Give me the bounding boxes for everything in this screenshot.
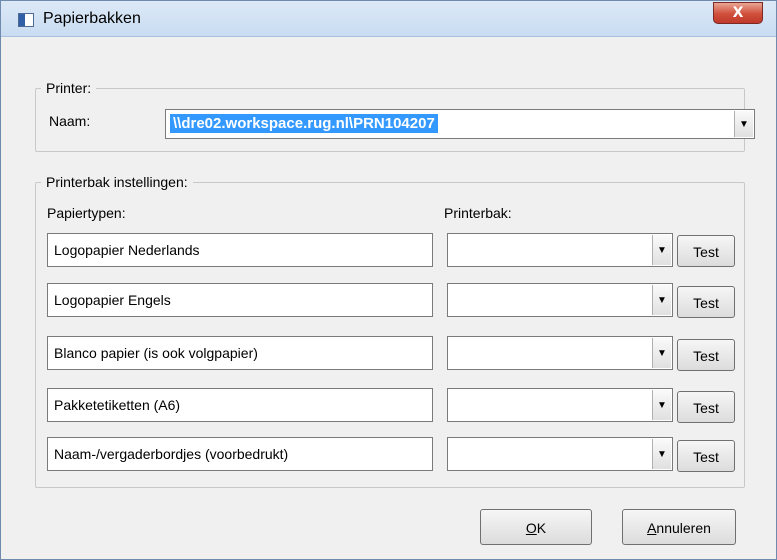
tray-select[interactable]: ▼	[447, 388, 673, 422]
printer-name-label: Naam:	[49, 113, 91, 129]
paper-types-header: Papiertypen:	[47, 205, 126, 221]
title-bar[interactable]: Papierbakken X	[1, 1, 776, 37]
ok-label-rest: K	[536, 520, 547, 536]
tray-select[interactable]: ▼	[447, 437, 673, 471]
test-button[interactable]: Test	[677, 286, 735, 318]
cancel-label-rest: nnuleren	[656, 520, 711, 536]
test-button[interactable]: Test	[677, 339, 735, 371]
printer-group-legend: Printer:	[41, 80, 97, 96]
paper-type-field[interactable]: Blanco papier (is ook volgpapier)	[47, 336, 433, 370]
printer-select[interactable]: \\dre02.workspace.rug.nl\PRN104207 ▼	[165, 109, 755, 139]
tray-select[interactable]: ▼	[447, 336, 673, 370]
ok-mnemonic: O	[525, 520, 537, 536]
tray-settings-legend: Printerbak instellingen:	[41, 174, 193, 190]
paper-type-field[interactable]: Pakketetiketten (A6)	[47, 388, 433, 422]
tray-select[interactable]: ▼	[447, 283, 673, 317]
test-button-label: Test	[693, 449, 719, 465]
paper-type-field[interactable]: Logopapier Engels	[47, 283, 433, 317]
test-button-label: Test	[693, 295, 719, 311]
test-button-label: Test	[693, 348, 719, 364]
chevron-down-icon[interactable]: ▼	[652, 439, 671, 469]
printer-select-value: \\dre02.workspace.rug.nl\PRN104207	[170, 114, 438, 133]
test-button-label: Test	[693, 244, 719, 260]
window-app-icon	[18, 13, 34, 27]
close-button[interactable]: X	[713, 2, 763, 24]
window-title: Papierbakken	[43, 10, 141, 27]
paper-type-field[interactable]: Logopapier Nederlands	[47, 233, 433, 267]
chevron-down-icon[interactable]: ▼	[652, 235, 671, 265]
chevron-down-icon[interactable]: ▼	[652, 338, 671, 368]
chevron-down-icon[interactable]: ▼	[652, 390, 671, 420]
papierbakken-dialog: Papierbakken X Printer: Naam: \\dre02.wo…	[0, 0, 777, 560]
paper-type-field[interactable]: Naam-/vergaderbordjes (voorbedrukt)	[47, 437, 433, 471]
tray-header: Printerbak:	[444, 205, 512, 221]
test-button[interactable]: Test	[677, 440, 735, 472]
close-icon: X	[732, 5, 744, 21]
test-button-label: Test	[693, 400, 719, 416]
test-button[interactable]: Test	[677, 235, 735, 267]
chevron-down-icon[interactable]: ▼	[734, 111, 753, 137]
cancel-button[interactable]: Annuleren	[622, 509, 736, 545]
chevron-down-icon[interactable]: ▼	[652, 285, 671, 315]
ok-button[interactable]: OK	[480, 509, 592, 545]
tray-select[interactable]: ▼	[447, 233, 673, 267]
test-button[interactable]: Test	[677, 391, 735, 423]
